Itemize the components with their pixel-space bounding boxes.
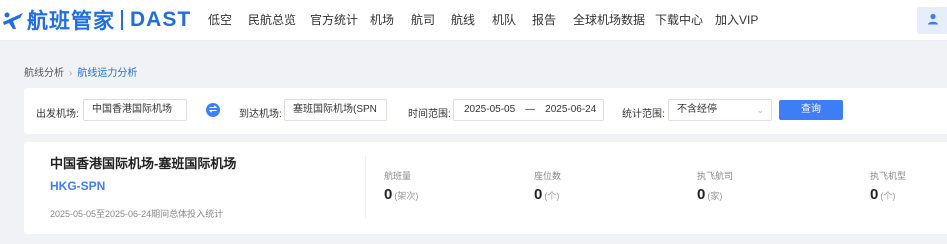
departure-label: 出发机场: [36,109,79,120]
top-navigation-bar: 航班管家 DAST 低空 民航总览 官方统计 机场 航司 航线 机队 报告 全球… [0,0,947,41]
stat-seats: 座位数 0 (个) [534,169,561,203]
stat-operating-airlines: 执飞航司 0 (家) [697,169,733,203]
user-account-button[interactable] [917,7,947,34]
swap-arrows-icon [208,103,218,117]
stat-unit: (架次) [394,191,419,201]
route-summary-card: 中国香港国际机场-塞班国际机场 HKG-SPN 2025-05-05至2025-… [24,142,947,234]
stat-label: 航班量 [384,171,412,181]
divider [365,156,366,218]
arrival-airport-input[interactable]: 塞班国际机场(SPN [284,99,387,121]
nav-item-airline[interactable]: 航司 [411,0,435,41]
logo-text-en: DAST [130,8,192,31]
stat-value: 0 [870,186,879,203]
nav-item-civil-aviation-overview[interactable]: 民航总览 [248,0,296,41]
stat-unit: (个) [880,191,896,201]
stat-value: 0 [384,186,393,203]
nav-item-global-airport-data[interactable]: 全球机场数据 [573,0,645,41]
arrival-label: 到达机场: [239,109,282,120]
breadcrumb-parent[interactable]: 航线分析 [24,68,64,79]
stat-aircraft-types: 执飞机型 0 (个) [870,169,906,203]
date-end: 2025-06-24 [545,104,597,115]
breadcrumb-current: 航线运力分析 [77,68,138,79]
logo-divider [121,10,123,30]
stat-unit: (家) [707,191,723,201]
user-icon [927,13,939,28]
scope-selected-value: 不含经停 [677,104,717,115]
query-button[interactable]: 查询 [779,100,843,120]
nav-item-download-center[interactable]: 下载中心 [655,0,703,41]
date-range-picker[interactable]: 2025-05-05 — 2025-06-24 [453,99,604,121]
stat-label: 执飞航司 [697,171,734,181]
nav-item-airport[interactable]: 机场 [370,0,394,41]
route-period-note: 2025-05-05至2025-06-24期间总体投入统计 [50,209,224,219]
breadcrumb-chevron-icon: › [69,68,73,79]
logo-text-cn: 航班管家 [27,10,115,33]
nav-item-fleet[interactable]: 机队 [492,0,516,41]
stat-value: 0 [534,186,543,203]
filter-panel: 出发机场: 中国香港国际机场 到达机场: 塞班国际机场(SPN 时间范围: 20… [24,88,947,134]
scope-label: 统计范围: [622,109,665,120]
scope-select[interactable]: 不含经停 ⌄ [668,99,772,121]
breadcrumb: 航线分析 › 航线运力分析 [24,64,137,79]
stat-value: 0 [697,186,706,203]
date-separator: — [525,104,536,115]
nav-item-route[interactable]: 航线 [451,0,475,41]
stat-label: 座位数 [534,171,562,181]
nav-item-join-vip[interactable]: 加入VIP [715,0,758,41]
route-code: HKG-SPN [50,179,106,193]
stat-unit: (个) [544,191,560,201]
swap-airports-button[interactable] [206,103,220,117]
chevron-down-icon: ⌄ [756,105,764,115]
route-title: 中国香港国际机场-塞班国际机场 [50,156,237,171]
departure-airport-input[interactable]: 中国香港国际机场 [83,99,187,121]
stat-flights: 航班量 0 (架次) [384,169,418,203]
stat-label: 执飞机型 [870,171,907,181]
nav-item-report[interactable]: 报告 [532,0,556,41]
plane-logo-icon [1,9,25,31]
nav-item-official-stats[interactable]: 官方统计 [310,0,358,41]
time-range-label: 时间范围: [408,109,451,120]
app-logo[interactable]: 航班管家 DAST [0,7,191,33]
nav-item-low-altitude[interactable]: 低空 [208,0,232,41]
date-start: 2025-05-05 [464,104,516,115]
